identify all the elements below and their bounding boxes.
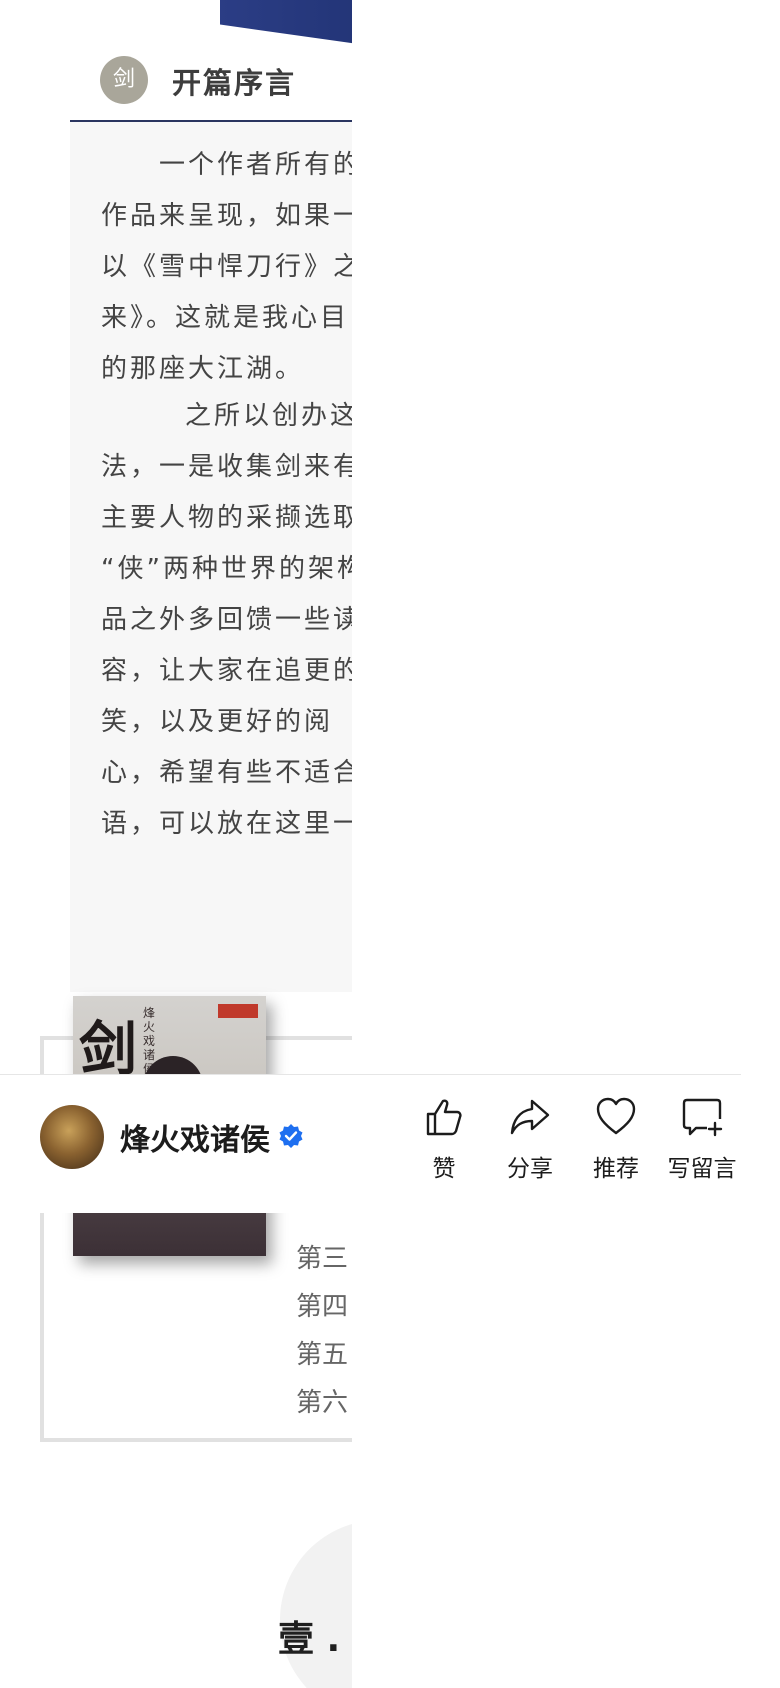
text-line: 心，希望有些不适合: [101, 758, 352, 788]
section-badge: 剑: [100, 56, 148, 104]
text-line: 的那座大江湖。: [101, 354, 305, 384]
avatar[interactable]: [40, 1105, 104, 1169]
paragraph-1: 一个作者所有的 作品来呈现，如果一 以《雪中悍刀行》之 来》。这就是我心目 的那…: [101, 140, 352, 395]
like-label: 赞: [432, 1156, 456, 1182]
text-line: 一个作者所有的: [101, 150, 352, 180]
text-line: 主要人物的采撷选取: [101, 503, 352, 533]
heart-icon: [596, 1097, 636, 1135]
chapter-item[interactable]: 第四: [296, 1286, 348, 1323]
text-line: 笑，以及更好的阅: [101, 707, 334, 737]
text-line: 以《雪中悍刀行》之: [101, 252, 352, 282]
chapter-item[interactable]: 第五: [296, 1334, 348, 1371]
article-page: 剑 开篇序言 一个作者所有的 作品来呈现，如果一 以《雪中悍刀行》之 来》。这就…: [0, 0, 780, 1688]
verified-badge-icon: [279, 1124, 303, 1148]
share-label: 分享: [507, 1156, 553, 1182]
section-two-title: 壹 . 趣: [278, 1619, 352, 1660]
text-line: 之所以创办这: [127, 401, 352, 431]
recommend-label: 推荐: [593, 1156, 639, 1182]
text-line: 来》。这就是我心目: [101, 303, 350, 333]
text-line: 品之外多回馈一些读: [101, 605, 352, 635]
text-line: “侠”两种世界的架构: [101, 554, 352, 584]
paragraph-2: 之所以创办这 法，一是收集剑来有 主要人物的采撷选取 “侠”两种世界的架构 品之…: [101, 391, 352, 850]
like-button[interactable]: 赞: [404, 1095, 484, 1191]
chapter-item[interactable]: 第三: [296, 1238, 348, 1275]
text-line: 作品来呈现，如果一: [101, 201, 352, 231]
article-content: 剑 开篇序言 一个作者所有的 作品来呈现，如果一 以《雪中悍刀行》之 来》。这就…: [0, 0, 352, 1688]
text-line: 语，可以放在这里一: [101, 809, 352, 839]
thumbs-up-icon: [426, 1099, 462, 1136]
publisher-stamp: [218, 1004, 258, 1018]
write-comment-label: 写留言: [667, 1156, 737, 1182]
recommend-button[interactable]: 推荐: [576, 1095, 656, 1191]
write-comment-button[interactable]: 写留言: [662, 1095, 742, 1191]
share-button[interactable]: 分享: [490, 1095, 570, 1191]
share-icon: [510, 1099, 550, 1135]
text-line: 容，让大家在追更的: [101, 656, 352, 686]
section-two-decoration: [280, 1520, 352, 1688]
section-title: 开篇序言: [172, 66, 297, 100]
section-heading: 剑 开篇序言: [70, 44, 352, 122]
comment-add-icon: [682, 1098, 723, 1137]
chapter-item[interactable]: 第六: [296, 1382, 348, 1419]
author-name[interactable]: 烽火戏诸侯: [120, 1115, 270, 1159]
preface-text-box: 一个作者所有的 作品来呈现，如果一 以《雪中悍刀行》之 来》。这就是我心目 的那…: [70, 122, 352, 992]
header-banner-image: [70, 0, 352, 44]
text-line: 法，一是收集剑来有: [101, 452, 352, 482]
author-action-bar: 烽火戏诸侯 赞 分享 推荐 写留言: [0, 1074, 741, 1213]
